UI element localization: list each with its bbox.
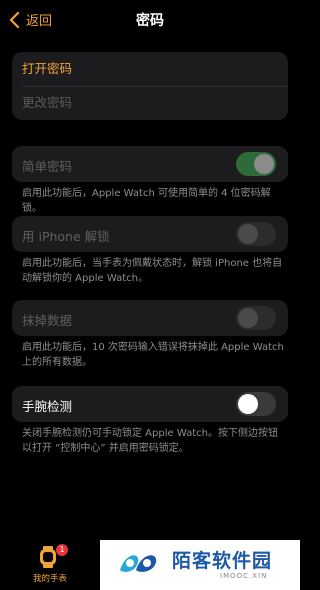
divider — [22, 86, 288, 87]
wrist-detection-toggle[interactable] — [236, 392, 276, 416]
watermark-logo-icon — [120, 555, 157, 572]
passcode-group: 打开密码 更改密码 — [12, 52, 288, 120]
simple-passcode-toggle[interactable] — [236, 152, 276, 176]
erase-data-row: 抹掉数据 — [12, 300, 288, 336]
wrist-detection-label: 手腕检测 — [22, 399, 73, 414]
simple-passcode-label: 简单密码 — [22, 159, 73, 174]
navigation-bar: 返回 密码 — [0, 0, 300, 40]
toggle-knob — [238, 394, 258, 414]
unlock-with-iphone-label: 用 iPhone 解锁 — [22, 229, 110, 244]
change-passcode-button[interactable]: 更改密码 — [12, 86, 288, 120]
tab-label: 我的手表 — [32, 574, 67, 584]
page-title: 密码 — [136, 13, 164, 29]
watermark-title: 陌客软件园 — [172, 550, 273, 572]
erase-data-label: 抹掉数据 — [22, 313, 73, 328]
simple-passcode-row: 简单密码 — [12, 146, 288, 182]
toggle-knob — [254, 154, 274, 174]
watermark: 陌客软件园 IMOOC.XIN — [100, 540, 300, 590]
simple-passcode-note: 启用此功能后，Apple Watch 可使用简单的 4 位密码解锁。 — [22, 188, 271, 214]
watch-icon — [40, 546, 56, 568]
erase-data-toggle[interactable] — [236, 306, 276, 330]
unlock-with-iphone-row: 用 iPhone 解锁 — [12, 216, 288, 252]
watermark-url: IMOOC.XIN — [220, 572, 268, 580]
unlock-with-iphone-note: 启用此功能后，当手表为佩戴状态时，解锁 iPhone 也将自动解锁你的 Appl… — [22, 258, 283, 284]
turn-passcode-on-button[interactable]: 打开密码 — [12, 52, 288, 86]
wrist-detection-note: 关闭手腕检测仍可手动锁定 Apple Watch。按下侧边按钮以打开 “控制中心… — [22, 428, 278, 454]
notification-badge: 1 — [56, 544, 68, 556]
erase-data-note: 启用此功能后，10 次密码输入错误将抹掉此 Apple Watch 上的所有数据… — [22, 342, 284, 368]
unlock-with-iphone-toggle[interactable] — [236, 222, 276, 246]
tab-my-watch[interactable]: 1 我的手表 — [0, 540, 100, 590]
wrist-detection-row: 手腕检测 — [12, 386, 288, 422]
toggle-knob — [238, 224, 258, 244]
toggle-knob — [238, 308, 258, 328]
